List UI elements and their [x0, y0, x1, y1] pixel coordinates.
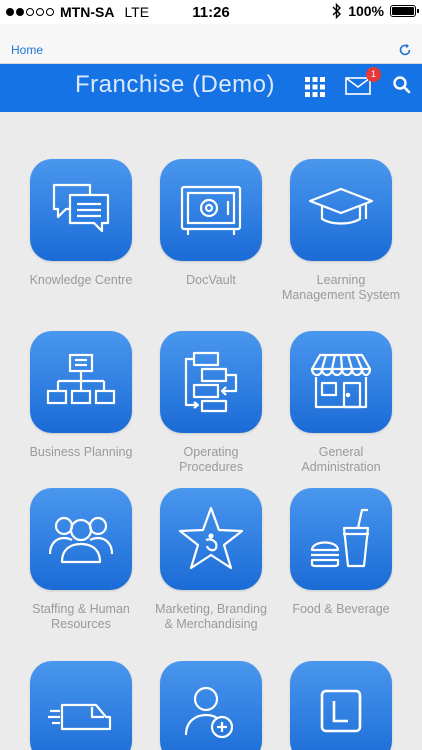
tile-label: Staffing & Human Resources	[32, 602, 130, 631]
battery-percent: 100%	[348, 3, 384, 19]
tile-operating-procedures[interactable]: Operating Procedures	[146, 331, 276, 475]
docvault-button[interactable]	[160, 159, 262, 261]
search-icon[interactable]	[392, 75, 412, 95]
app-header: Franchise (Demo) 1	[0, 64, 422, 112]
staffing-hr-button[interactable]	[30, 488, 132, 590]
tile-delivery[interactable]	[16, 661, 146, 750]
business-planning-button[interactable]	[30, 331, 132, 433]
apps-grid-icon[interactable]	[304, 76, 326, 98]
browser-bar: Home	[0, 24, 422, 64]
operating-procedures-button[interactable]	[160, 331, 262, 433]
battery-icon	[390, 5, 419, 17]
delivery-van-icon	[48, 703, 112, 731]
l-letter-icon	[320, 689, 362, 733]
home-link[interactable]: Home	[11, 43, 43, 57]
knowledge-centre-button[interactable]	[30, 159, 132, 261]
page-title: Franchise (Demo)	[74, 71, 276, 98]
flow-process-icon	[184, 351, 238, 413]
storefront-icon	[310, 353, 372, 409]
general-administration-button[interactable]	[290, 331, 392, 433]
marketing-button[interactable]	[160, 488, 262, 590]
delivery-button[interactable]	[30, 661, 132, 750]
tile-l-section[interactable]	[276, 661, 406, 750]
tile-label: Knowledge Centre	[29, 273, 133, 287]
notification-badge: 1	[366, 67, 381, 82]
tile-docvault[interactable]: DocVault	[146, 159, 276, 288]
tile-label: DocVault	[186, 273, 236, 287]
tile-food-beverage[interactable]: Food & Beverage	[276, 488, 406, 617]
tile-general-administration[interactable]: General Administration	[276, 331, 406, 475]
refresh-icon[interactable]	[398, 43, 412, 57]
add-user-icon	[184, 686, 234, 739]
people-group-icon	[48, 516, 114, 564]
tile-knowledge-centre[interactable]: Knowledge Centre	[16, 159, 146, 288]
org-chart-icon	[46, 353, 116, 405]
tile-learning-management[interactable]: Learning Management System	[276, 159, 406, 303]
learning-management-button[interactable]	[290, 159, 392, 261]
tile-label: Learning Management System	[281, 273, 401, 302]
chat-bubbles-icon	[52, 183, 110, 233]
tile-label: Operating Procedures	[179, 445, 243, 474]
star-icon	[178, 506, 244, 570]
l-section-button[interactable]	[290, 661, 392, 750]
add-user-button[interactable]	[160, 661, 262, 750]
burger-drink-icon	[310, 508, 370, 568]
tile-staffing-hr[interactable]: Staffing & Human Resources	[16, 488, 146, 632]
tile-label: Marketing, Branding & Merchandising	[155, 602, 267, 631]
food-beverage-button[interactable]	[290, 488, 392, 590]
tile-marketing[interactable]: Marketing, Branding & Merchandising	[146, 488, 276, 632]
tile-add-user[interactable]	[146, 661, 276, 750]
tile-label: General Administration	[301, 445, 381, 474]
bluetooth-icon	[332, 3, 342, 19]
tile-business-planning[interactable]: Business Planning	[16, 331, 146, 460]
graduation-cap-icon	[308, 187, 374, 225]
safe-icon	[180, 185, 242, 235]
tile-label: Business Planning	[29, 445, 133, 459]
status-bar: MTN-SA LTE 11:26 100%	[0, 0, 422, 24]
tile-label: Food & Beverage	[292, 602, 390, 616]
